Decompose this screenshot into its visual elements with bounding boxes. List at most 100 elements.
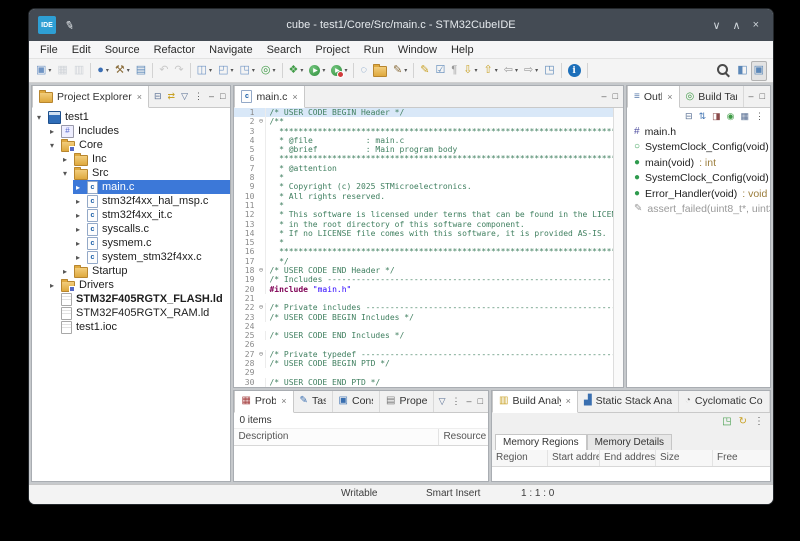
menu-source[interactable]: Source [98, 43, 147, 57]
tab-static-stack-analyzer[interactable]: ▟Static Stack Analyzer [578, 391, 679, 412]
menu-search[interactable]: Search [260, 43, 309, 57]
collapsed-arrow-icon[interactable]: ▸ [60, 155, 70, 164]
block-selection-button[interactable]: ☑ [432, 61, 448, 81]
tab-build-targets[interactable]: ◎Build Targets [680, 86, 744, 107]
collapsed-arrow-icon[interactable]: ▸ [47, 281, 57, 290]
collapse-all-icon[interactable]: ⊟ [685, 111, 693, 122]
collapsed-arrow-icon[interactable]: ▸ [73, 183, 83, 192]
column-header-end-address[interactable]: End address [600, 450, 656, 466]
tab-outline[interactable]: ≡Outline× [627, 86, 680, 108]
maximize-icon[interactable]: □ [760, 92, 765, 101]
back-button[interactable]: ⇦▾ [501, 61, 521, 81]
tab-problems[interactable]: ▦Problems× [234, 391, 293, 413]
mark-occurrences-button[interactable]: ✎ [417, 61, 432, 81]
close-tab-icon[interactable]: × [292, 92, 297, 102]
save-all-button[interactable]: ▥ [71, 61, 87, 81]
collapsed-arrow-icon[interactable]: ▸ [73, 197, 83, 206]
tree-item-drivers[interactable]: ▸Drivers [32, 278, 230, 292]
cpp-perspective-button[interactable]: ▣ [751, 61, 767, 81]
menu-file[interactable]: File [33, 43, 65, 57]
maximize-button[interactable]: ∧ [733, 19, 741, 32]
new-class-button[interactable]: ◳▾ [236, 61, 257, 81]
tree-item-core[interactable]: ▾Core [32, 138, 230, 152]
tree-item-syscalls-c[interactable]: ▸syscalls.c [32, 222, 230, 236]
maximize-icon[interactable]: □ [613, 92, 618, 101]
view-menu-icon[interactable]: ⋮ [755, 111, 764, 122]
menu-help[interactable]: Help [444, 43, 481, 57]
tree-item-startup[interactable]: ▸Startup [32, 264, 230, 278]
undo-button[interactable]: ↶ [156, 61, 171, 81]
annotate-button[interactable]: ✎▾ [390, 61, 410, 81]
tab-main-c[interactable]: main.c× [234, 86, 304, 108]
target-status-button[interactable]: ●▾ [94, 61, 112, 81]
next-annotation-button[interactable]: ⇩▾ [460, 61, 480, 81]
expanded-arrow-icon[interactable]: ▾ [34, 113, 44, 122]
show-whitespace-button[interactable]: ¶ [448, 61, 460, 81]
export-icon[interactable]: ◳ [722, 416, 731, 427]
subtab-memory-regions[interactable]: Memory Regions [495, 434, 587, 450]
tree-item-system-stm32f4xx-c[interactable]: ▸system_stm32f4xx.c [32, 250, 230, 264]
outline-item-error-handler-void[interactable]: ●Error_Handler(void) : void [627, 186, 770, 202]
build-button[interactable]: ⚒▾ [112, 61, 133, 81]
pin-icon[interactable]: ✎ [63, 18, 75, 33]
hide-static-icon[interactable]: ◉ [727, 111, 735, 122]
new-header-file-button[interactable]: ◰▾ [215, 61, 236, 81]
pin-editor-button[interactable]: ◳ [541, 61, 557, 81]
debug-button[interactable]: ❖▾ [286, 61, 307, 81]
outline-item-systemclock-config-void[interactable]: ●SystemClock_Config(void) : void [627, 171, 770, 187]
collapse-all-icon[interactable]: ⊟ [154, 92, 162, 101]
redo-button[interactable]: ↷ [171, 61, 186, 81]
hide-non-public-icon[interactable]: ▦ [740, 111, 749, 122]
save-button[interactable]: ▦ [54, 61, 70, 81]
outline-item-systemclock-config-void[interactable]: ○SystemClock_Config(void) : void [627, 140, 770, 156]
close-tab-icon[interactable]: × [137, 92, 142, 102]
tree-item-stm32f405rgtx-flash-ld[interactable]: STM32F405RGTX_FLASH.ld [32, 292, 230, 306]
title-bar[interactable]: IDE ✎ cube - test1/Core/Src/main.c - STM… [29, 9, 773, 41]
menu-run[interactable]: Run [357, 43, 391, 57]
fold-marker-icon[interactable]: ⊖ [256, 266, 265, 275]
menu-refactor[interactable]: Refactor [147, 43, 203, 57]
minimize-button[interactable]: ∨ [712, 19, 720, 32]
open-resource-button[interactable] [370, 61, 390, 81]
coverage-button[interactable]: ◎▾ [258, 61, 279, 81]
info-center-button[interactable]: i [565, 61, 584, 81]
expanded-arrow-icon[interactable]: ▾ [60, 169, 70, 178]
tab-tasks[interactable]: ✎Tasks [294, 391, 333, 412]
hide-fields-icon[interactable]: ◨ [712, 111, 721, 122]
minimize-icon[interactable]: ‒ [749, 92, 754, 101]
menu-edit[interactable]: Edit [65, 43, 98, 57]
open-element-button[interactable]: ◌ [357, 61, 370, 81]
maximize-icon[interactable]: □ [220, 92, 225, 101]
collapsed-arrow-icon[interactable]: ▸ [73, 225, 83, 234]
view-menu-icon[interactable]: ⋮ [452, 397, 461, 406]
new-wizard-button[interactable]: ▣▾ [33, 61, 54, 81]
tree-item-stm32f4xx-hal-msp-c[interactable]: ▸stm32f4xx_hal_msp.c [32, 194, 230, 208]
search-button[interactable] [713, 61, 734, 81]
filter-icon[interactable]: ▽ [181, 92, 188, 101]
filter-icon[interactable]: ▽ [439, 397, 446, 406]
close-tab-icon[interactable]: × [566, 396, 571, 406]
tree-item-src[interactable]: ▾Src [32, 166, 230, 180]
collapsed-arrow-icon[interactable]: ▸ [73, 239, 83, 248]
tree-item-inc[interactable]: ▸Inc [32, 152, 230, 166]
tab-console[interactable]: ▣Console [333, 391, 380, 412]
menu-project[interactable]: Project [308, 43, 356, 57]
overview-ruler[interactable] [613, 108, 623, 387]
tree-item-stm32f405rgtx-ram-ld[interactable]: STM32F405RGTX_RAM.ld [32, 306, 230, 320]
forward-button[interactable]: ⇨▾ [521, 61, 541, 81]
tree-item-test1-ioc[interactable]: test1.ioc [32, 320, 230, 334]
link-editor-icon[interactable]: ⇄ [168, 92, 176, 101]
fold-marker-icon[interactable]: ⊖ [256, 350, 265, 359]
expanded-arrow-icon[interactable]: ▾ [47, 141, 57, 150]
external-tools-button[interactable]: ▶▾ [328, 61, 350, 81]
close-tab-icon[interactable]: × [281, 396, 286, 406]
prev-annotation-button[interactable]: ⇧▾ [480, 61, 500, 81]
column-header-description[interactable]: Description [234, 429, 439, 445]
menu-navigate[interactable]: Navigate [202, 43, 259, 57]
collapsed-arrow-icon[interactable]: ▸ [73, 253, 83, 262]
collapsed-arrow-icon[interactable]: ▸ [47, 127, 57, 136]
subtab-memory-details[interactable]: Memory Details [587, 434, 672, 450]
program-flash-button[interactable]: ▤ [133, 61, 149, 81]
run-button[interactable]: ▶▾ [306, 61, 328, 81]
tree-item-includes[interactable]: ▸Includes [32, 124, 230, 138]
